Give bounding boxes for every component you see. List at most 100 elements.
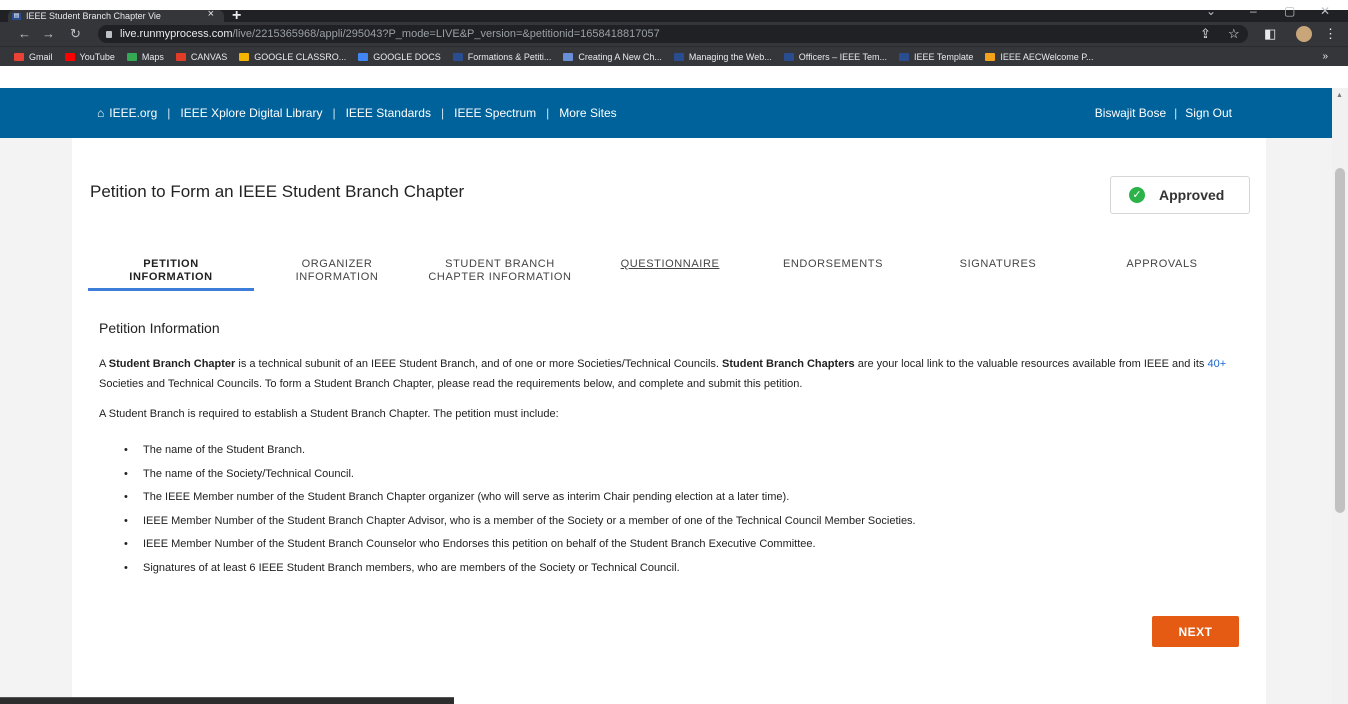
browser-tab[interactable]: ▤ IEEE Student Branch Chapter Vie ×: [8, 8, 224, 22]
header-link-spectrum[interactable]: IEEE Spectrum: [454, 106, 536, 120]
bookmark-favicon-icon: [898, 52, 909, 61]
bookmark-favicon-icon: [64, 52, 75, 61]
browser-tab-title: IEEE Student Branch Chapter Vie: [26, 11, 161, 21]
bookmark-favicon-icon: [985, 52, 996, 61]
bookmark-item[interactable]: Managing the Web...: [673, 51, 772, 62]
bookmark-favicon-icon: [126, 52, 137, 61]
bookmark-label: Managing the Web...: [688, 51, 772, 62]
intro-text: Societies and Technical Councils. To for…: [99, 378, 803, 390]
menu-icon[interactable]: ⋮: [1324, 26, 1337, 42]
profile-avatar[interactable]: [1296, 26, 1312, 42]
download-bar: [0, 697, 454, 704]
chevron-down-icon[interactable]: ⌄: [1206, 4, 1216, 18]
bookmark-item[interactable]: CANVAS: [175, 51, 228, 62]
status-text: Approved: [1159, 187, 1225, 203]
bookmark-item[interactable]: IEEE AECWelcome P...: [985, 51, 1094, 62]
scroll-up-icon[interactable]: ▲: [1336, 92, 1343, 99]
address-bar[interactable]: live.runmyprocess.com/live/2215365968/ap…: [98, 25, 1248, 43]
bookmark-favicon-icon: [239, 52, 250, 61]
bookmark-label: Officers – IEEE Tem...: [798, 51, 887, 62]
tab-student-branch-chapter-information[interactable]: STUDENT BRANCH CHAPTER INFORMATION: [408, 258, 592, 284]
bookmark-label: Creating A New Ch...: [578, 51, 662, 62]
header-link-xplore[interactable]: IEEE Xplore Digital Library: [180, 106, 322, 120]
tab-approvals[interactable]: APPROVALS: [1116, 258, 1208, 271]
bookmark-label: YouTube: [79, 51, 115, 62]
browser-navbar: ← → ↻ live.runmyprocess.com/live/2215365…: [0, 22, 1348, 46]
bookmark-favicon-icon: [452, 52, 463, 61]
bookmark-item[interactable]: Formations & Petiti...: [452, 52, 551, 62]
sidepanel-icon[interactable]: ◧: [1264, 26, 1276, 42]
tab-label: STUDENT BRANCH: [445, 258, 555, 270]
ieee-header: ⌂ IEEE.org | IEEE Xplore Digital Library | IE…: [0, 88, 1332, 138]
status-badge: ✓ Approved: [1110, 176, 1250, 214]
intro-text: A: [99, 358, 109, 370]
bookmark-label: Gmail: [29, 51, 53, 62]
tab-signatures[interactable]: SIGNATURES: [948, 258, 1048, 271]
bookmark-item[interactable]: GOOGLE CLASSRO...: [239, 52, 346, 62]
share-icon[interactable]: ⇪: [1200, 26, 1211, 42]
scrollbar[interactable]: ▲: [1332, 88, 1348, 704]
list-item: The name of the Society/Technical Counci…: [124, 468, 916, 492]
tab-label: PETITION: [143, 258, 199, 270]
bookmark-item[interactable]: Officers – IEEE Tem...: [783, 51, 887, 62]
bookmarks-overflow-icon[interactable]: »: [1322, 51, 1328, 62]
bookmark-item[interactable]: Creating A New Ch...: [563, 52, 662, 62]
bookmark-item[interactable]: IEEE Template: [898, 51, 974, 62]
scroll-thumb[interactable]: [1335, 168, 1345, 513]
bookmark-item[interactable]: Gmail: [14, 52, 53, 62]
sign-out-link[interactable]: Sign Out: [1185, 106, 1232, 120]
section-title: Petition Information: [99, 320, 220, 336]
bookmark-item[interactable]: YouTube: [64, 51, 115, 62]
active-tab-indicator: [88, 288, 254, 291]
next-button[interactable]: NEXT: [1152, 616, 1239, 647]
bookmark-item[interactable]: GOOGLE DOCS: [358, 52, 441, 62]
header-link-ieee-org[interactable]: IEEE.org: [109, 106, 157, 120]
home-icon: ⌂: [97, 106, 105, 120]
header-link-standards[interactable]: IEEE Standards: [346, 106, 431, 120]
bookmark-label: IEEE Template: [913, 51, 974, 62]
tab-strip-top: [0, 0, 1348, 10]
tab-label: ORGANIZER: [301, 258, 373, 270]
bookmark-label: CANVAS: [190, 51, 228, 62]
url-host: live.runmyprocess.com: [120, 28, 233, 40]
tab-label: CHAPTER INFORMATION: [428, 271, 572, 283]
lock-icon: [106, 30, 112, 38]
bookmark-label: IEEE AECWelcome P...: [1000, 51, 1094, 62]
intro-paragraph: A Student Branch Chapter is a technical …: [99, 354, 1239, 394]
list-item: IEEE Member Number of the Student Branch…: [124, 515, 916, 539]
tab-petition-information[interactable]: PETITION INFORMATION: [88, 258, 254, 284]
list-item: The name of the Student Branch.: [124, 444, 916, 468]
reload-icon[interactable]: ↻: [70, 26, 81, 42]
user-name[interactable]: Biswajit Bose: [1095, 106, 1166, 120]
bookmark-label: GOOGLE DOCS: [373, 51, 441, 62]
tab-endorsements[interactable]: ENDORSEMENTS: [772, 258, 894, 271]
close-icon[interactable]: ×: [208, 8, 214, 20]
tab-organizer-information[interactable]: ORGANIZER INFORMATION: [278, 258, 396, 284]
forward-icon[interactable]: →: [42, 26, 55, 41]
societies-link[interactable]: 40+: [1207, 358, 1226, 370]
tab-questionnaire[interactable]: QUESTIONNAIRE: [612, 258, 728, 271]
header-link-more-sites[interactable]: More Sites: [559, 106, 616, 120]
requirements-intro: A Student Branch is required to establis…: [99, 408, 559, 420]
tab-label: ENDORSEMENTS: [782, 258, 884, 270]
window-close-icon[interactable]: ✕: [1320, 4, 1330, 18]
tab-label: INFORMATION: [129, 271, 213, 283]
intro-bold: Student Branch Chapters: [722, 358, 855, 370]
star-icon[interactable]: ☆: [1228, 26, 1240, 42]
url-path: /live/2215365968/appli/295043?P_mode=LIV…: [232, 28, 660, 40]
tab-label: INFORMATION: [295, 271, 379, 283]
tab-label: SIGNATURES: [959, 258, 1037, 270]
minimize-icon[interactable]: –: [1250, 4, 1257, 18]
ieee-favicon-icon: ▤: [12, 12, 21, 20]
petition-tabs: PETITION INFORMATION ORGANIZER INFORMATI…: [88, 258, 1238, 292]
requirements-list: The name of the Student Branch. The name…: [124, 444, 916, 585]
list-item: Signatures of at least 6 IEEE Student Br…: [124, 562, 916, 586]
bookmark-favicon-icon: [14, 52, 24, 61]
page-title: Petition to Form an IEEE Student Branch …: [90, 182, 465, 201]
back-icon[interactable]: ←: [18, 26, 31, 41]
bookmark-item[interactable]: Maps: [126, 51, 164, 62]
browser-tab-strip: ▤ IEEE Student Branch Chapter Vie × + ⌄ …: [0, 0, 1348, 24]
bookmark-label: Maps: [141, 51, 164, 62]
list-item: The IEEE Member number of the Student Br…: [124, 491, 916, 515]
maximize-icon[interactable]: ▢: [1284, 4, 1295, 18]
